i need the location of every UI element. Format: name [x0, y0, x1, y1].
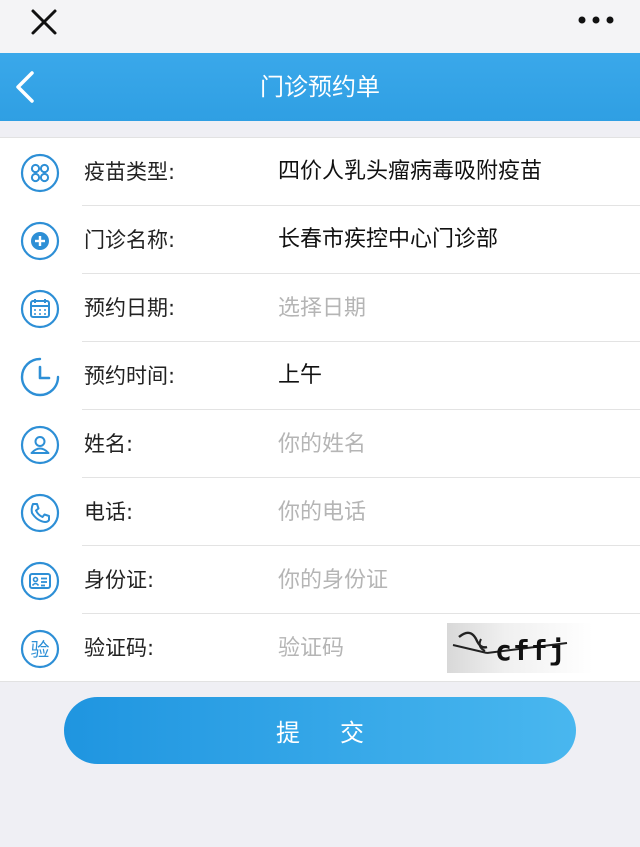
top-bar	[0, 0, 640, 53]
close-icon[interactable]	[26, 4, 62, 40]
clock-icon	[20, 357, 60, 397]
captcha-drawing: cffj	[452, 631, 568, 667]
page-title: 门诊预约单	[260, 73, 380, 101]
phone-input[interactable]	[278, 492, 438, 532]
captcha-input[interactable]	[278, 628, 428, 668]
captcha-label: 验证码:	[84, 636, 155, 660]
vaccine-type-label: 疫苗类型:	[84, 160, 176, 184]
name-input[interactable]	[278, 424, 438, 464]
person-icon	[20, 425, 60, 465]
appointment-time-row[interactable]: 预约时间: 上午	[0, 342, 640, 410]
phone-label: 电话:	[84, 500, 134, 524]
phone-row[interactable]: 电话:	[0, 478, 640, 546]
name-row[interactable]: 姓名:	[0, 410, 640, 478]
plus-circle-icon	[20, 221, 60, 261]
captcha-icon: 验	[20, 629, 60, 669]
grid-icon	[20, 153, 60, 193]
appointment-date-input[interactable]	[278, 288, 438, 328]
appointment-date-row[interactable]: 预约日期:	[0, 274, 640, 342]
header-bar: 门诊预约单	[0, 53, 640, 121]
submit-button[interactable]: 提交	[64, 697, 576, 764]
name-label: 姓名:	[84, 432, 134, 456]
id-card-row[interactable]: 身份证:	[0, 546, 640, 614]
appointment-date-label: 预约日期:	[84, 296, 176, 320]
id-card-label: 身份证:	[84, 568, 155, 592]
captcha-image[interactable]: cffj	[447, 623, 593, 673]
appointment-time-label: 预约时间:	[84, 364, 176, 388]
vaccine-type-row[interactable]: 疫苗类型: 四价人乳头瘤病毒吸附疫苗	[0, 138, 640, 206]
captcha-row[interactable]: 验 验证码: cffj	[0, 614, 640, 682]
captcha-text: cffj	[495, 634, 566, 667]
captcha-icon-glyph: 验	[30, 639, 49, 661]
clinic-name-label: 门诊名称:	[84, 228, 176, 252]
calendar-icon	[20, 289, 60, 329]
appointment-form: 疫苗类型: 四价人乳头瘤病毒吸附疫苗 门诊名称: 长春市疾控中心门诊部 预约日期…	[0, 137, 640, 682]
more-icon[interactable]	[576, 8, 616, 32]
clinic-name-row[interactable]: 门诊名称: 长春市疾控中心门诊部	[0, 206, 640, 274]
appointment-time-value[interactable]: 上午	[278, 342, 322, 410]
id-card-input[interactable]	[278, 560, 438, 600]
phone-icon	[20, 493, 60, 533]
clinic-name-value[interactable]: 长春市疾控中心门诊部	[278, 206, 498, 274]
id-card-icon	[20, 561, 60, 601]
vaccine-type-value[interactable]: 四价人乳头瘤病毒吸附疫苗	[278, 138, 542, 206]
back-arrow-icon[interactable]	[8, 67, 48, 107]
